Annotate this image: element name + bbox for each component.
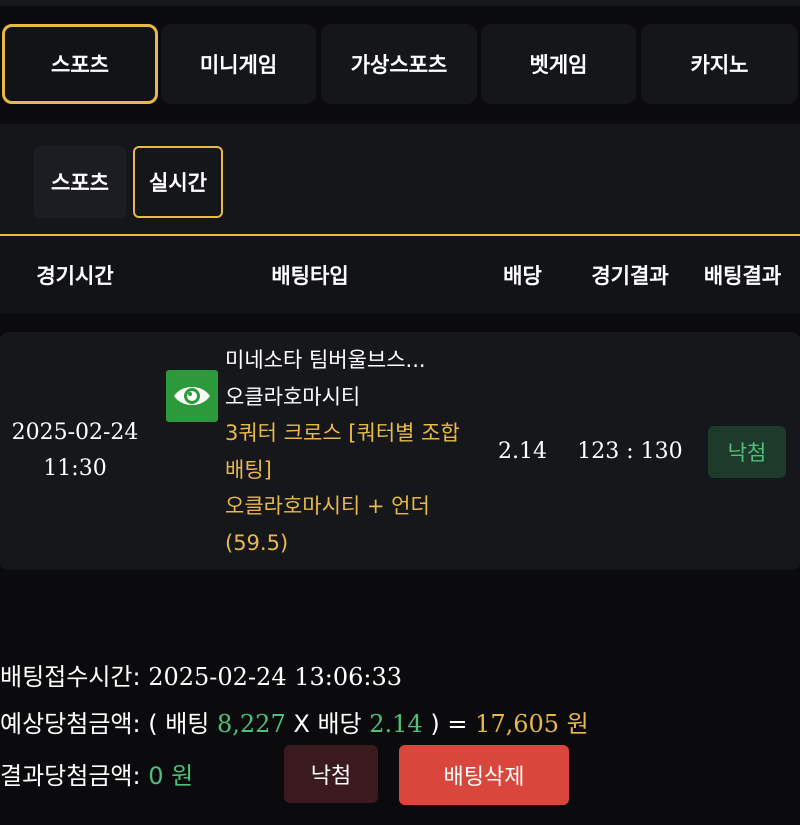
result-win-amount: 0 원 [148, 762, 194, 790]
header-odds: 배당 [503, 264, 542, 288]
expected-win-line: 예상당첨금액: ( 배팅 8,227 X 배당 2.14 ) = 17,605 … [0, 704, 589, 739]
category-tab-minigame[interactable]: 미니게임 [161, 24, 316, 104]
bet-result-badge: 낙첨 [708, 426, 786, 478]
bet-info: 미네소타 팀버울브스... 오클라호마시티 3쿼터 크로스 [쿼터별 조합배팅]… [225, 342, 475, 561]
result-win-label: 결과당첨금액: [0, 762, 141, 790]
match-time-cell: 2025-02-24 11:30 [0, 332, 150, 570]
match-name: 미네소타 팀버울브스... [225, 348, 426, 372]
times-odds-label: X 배당 [293, 710, 362, 738]
header-bet-type: 배팅타입 [271, 264, 349, 288]
sub-tab-live[interactable]: 실시간 [133, 146, 223, 218]
lose-status-button[interactable]: 낙첨 [284, 745, 378, 803]
top-bar [0, 0, 800, 6]
match-time: 11:30 [43, 456, 107, 481]
delete-bet-button[interactable]: 배팅삭제 [399, 745, 569, 805]
expected-win-label: 예상당첨금액: [0, 710, 141, 738]
eye-icon [174, 387, 210, 405]
expected-win-amount: 17,605 원 [475, 710, 589, 738]
header-bet-result: 배팅결과 [703, 264, 782, 288]
bet-amount: 8,227 [217, 710, 286, 738]
category-tab-sports[interactable]: 스포츠 [2, 24, 158, 104]
table-header: 경기시간 배팅타입 배당 경기결과 배팅결과 [0, 236, 800, 314]
match-date: 2025-02-24 [11, 420, 139, 445]
bet-market: 3쿼터 크로스 [쿼터별 조합배팅] [225, 421, 460, 482]
receipt-time-label: 배팅접수시간: [0, 663, 141, 691]
category-tab-virtual-sports[interactable]: 가상스포츠 [321, 24, 477, 104]
sub-tab-sports[interactable]: 스포츠 [34, 146, 126, 218]
odds-value: 2.14 [498, 438, 547, 464]
category-tab-betgame[interactable]: 벳게임 [481, 24, 636, 104]
category-tab-casino[interactable]: 카지노 [641, 24, 798, 104]
result-win-line: 결과당첨금액: 0 원 [0, 756, 193, 791]
sub-tab-panel: 스포츠 실시간 [0, 124, 800, 234]
match-score: 123 : 130 [577, 438, 683, 464]
bet-pick: 오클라호마시티 + 언더 (59.5) [225, 494, 430, 555]
receipt-time-line: 배팅접수시간: 2025-02-24 13:06:33 [0, 657, 402, 692]
equals-sign: ) = [430, 710, 468, 738]
receipt-time-value: 2025-02-24 13:06:33 [148, 663, 403, 691]
bet-odds: 2.14 [369, 710, 423, 738]
header-match-time: 경기시간 [36, 264, 114, 288]
header-match-result: 경기결과 [591, 264, 669, 288]
view-detail-button[interactable] [166, 370, 218, 422]
team-name: 오클라호마시티 [225, 384, 361, 409]
bet-prefix: ( 배팅 [148, 710, 210, 738]
